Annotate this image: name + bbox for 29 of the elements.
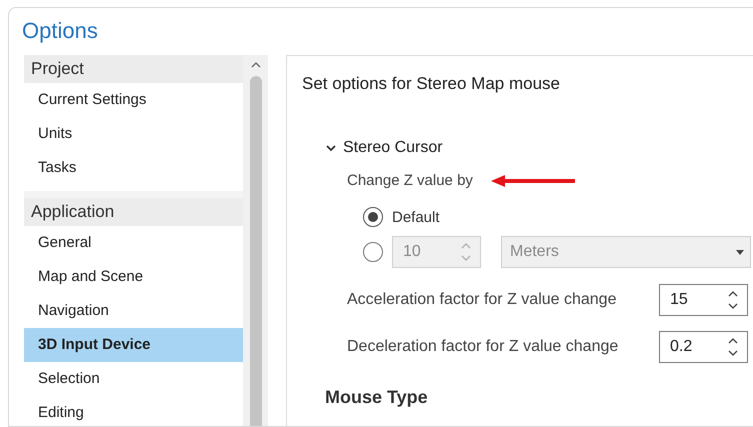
- panel-heading: Set options for Stereo Map mouse: [302, 74, 561, 95]
- sidebar-item[interactable]: 3D Input Device: [24, 328, 243, 362]
- sidebar-item[interactable]: Selection: [24, 362, 243, 396]
- group-header: Project: [24, 55, 243, 83]
- spin-arrows-icon[interactable]: [727, 336, 739, 358]
- sidebar-item[interactable]: Editing: [24, 396, 243, 426]
- radio-button[interactable]: [363, 207, 383, 227]
- number-field[interactable]: 15: [659, 284, 748, 316]
- scrollbar-thumb[interactable]: [250, 76, 262, 426]
- group-header: Application: [24, 198, 243, 226]
- number-input[interactable]: 0.2: [670, 338, 727, 356]
- number-input[interactable]: 15: [670, 291, 727, 309]
- sidebar-item[interactable]: General: [24, 226, 243, 260]
- sidebar-item[interactable]: Navigation: [24, 294, 243, 328]
- sidebar-item[interactable]: Current Settings: [24, 83, 243, 117]
- section-title[interactable]: Stereo Cursor: [343, 139, 443, 157]
- scroll-up-icon[interactable]: [250, 61, 260, 68]
- field-label: Change Z value by: [347, 172, 473, 189]
- spin-arrows-icon[interactable]: [727, 289, 739, 311]
- sidebar-item[interactable]: Units: [24, 117, 243, 151]
- section-title: Mouse Type: [325, 387, 429, 408]
- window-title: Options: [21, 17, 99, 45]
- sidebar-item[interactable]: Map and Scene: [24, 260, 243, 294]
- field-label: Acceleration factor for Z value change: [347, 291, 616, 309]
- sidebar-item[interactable]: Tasks: [24, 151, 243, 185]
- scrollbar[interactable]: [243, 55, 268, 426]
- field-label: Deceleration factor for Z value change: [347, 338, 618, 356]
- radio-label[interactable]: Default: [392, 208, 440, 226]
- number-field[interactable]: 0.2: [659, 331, 748, 363]
